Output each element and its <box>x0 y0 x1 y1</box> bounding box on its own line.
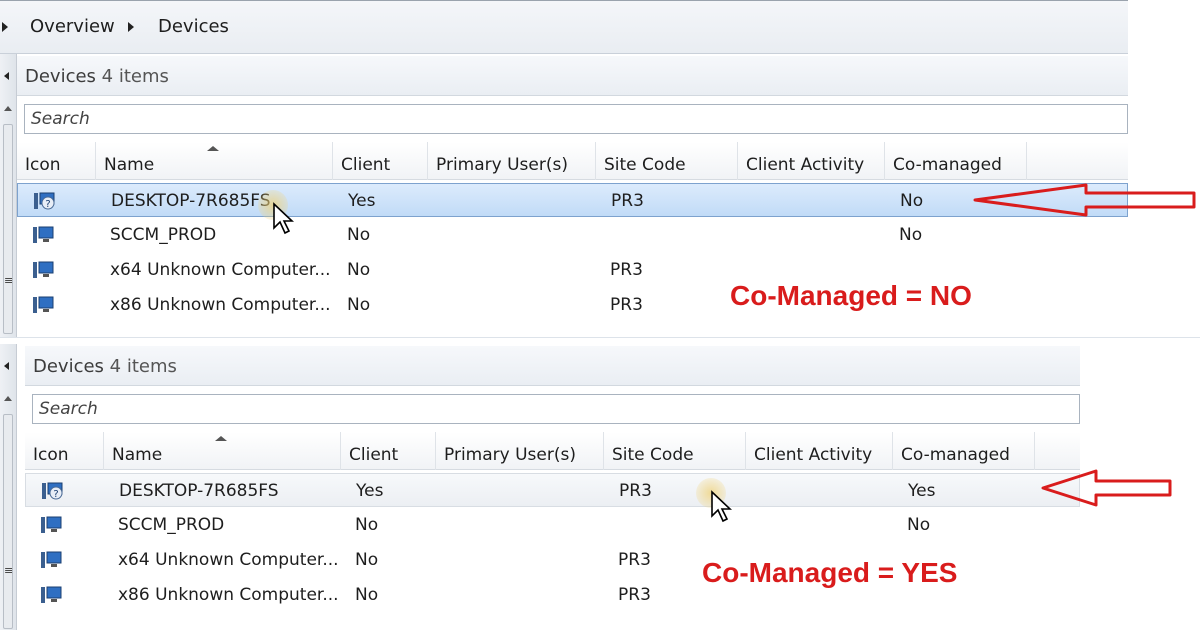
column-header-primary-users[interactable]: Primary User(s) <box>436 432 604 470</box>
computer-question-icon: ? <box>42 482 63 500</box>
column-header-client-activity[interactable]: Client Activity <box>746 432 893 470</box>
search-input[interactable]: Search <box>32 394 1080 424</box>
scroll-up-icon[interactable] <box>4 106 12 111</box>
column-header-row: Icon Name Client Primary User(s) Site Co… <box>25 432 1080 470</box>
nav-scrollbar[interactable] <box>3 124 13 334</box>
panel-divider <box>0 337 1200 344</box>
computer-question-icon: ? <box>34 192 55 210</box>
column-header-co-managed[interactable]: Co-managed <box>885 142 1027 180</box>
column-header-icon[interactable]: Icon <box>17 142 96 180</box>
grip-icon[interactable]: ≡ <box>4 565 13 576</box>
cell-client: Yes <box>348 191 376 211</box>
column-header-row: Icon Name Client Primary User(s) Site Co… <box>17 142 1128 180</box>
sort-ascending-icon <box>207 146 219 151</box>
computer-device-icon <box>33 226 54 243</box>
column-header-client-activity[interactable]: Client Activity <box>738 142 885 180</box>
collapse-chevron-icon[interactable] <box>4 362 9 370</box>
cell-name: SCCM_PROD <box>110 225 217 245</box>
table-row[interactable]: SCCM_PROD No No <box>17 218 1128 252</box>
column-header-client[interactable]: Client <box>341 432 436 470</box>
table-row[interactable]: SCCM_PROD No No <box>25 508 1080 542</box>
column-header-primary-users[interactable]: Primary User(s) <box>428 142 596 180</box>
annotation-co-managed-yes: Co-Managed = YES <box>702 557 958 588</box>
svg-text:?: ? <box>45 199 50 210</box>
computer-device-icon <box>41 586 62 603</box>
computer-device-icon <box>33 261 54 278</box>
sort-ascending-icon <box>215 436 227 441</box>
column-header-site-code[interactable]: Site Code <box>596 142 738 180</box>
table-row[interactable]: ? DESKTOP-7R685FS Yes PR3 Yes <box>25 473 1080 507</box>
cell-site-code: PR3 <box>618 585 651 605</box>
scroll-up-icon[interactable] <box>4 396 12 401</box>
cell-name: x64 Unknown Computer... <box>110 260 331 280</box>
cell-co-managed: No <box>900 191 924 211</box>
nav-scrollbar[interactable] <box>3 414 13 629</box>
cell-co-managed: No <box>899 225 923 245</box>
grip-icon[interactable]: ≡ <box>4 275 13 286</box>
cell-site-code: PR3 <box>610 295 643 315</box>
breadcrumb-arrow-icon[interactable] <box>128 22 134 32</box>
cell-client: No <box>355 550 379 570</box>
column-header-icon[interactable]: Icon <box>25 432 104 470</box>
annotation-arrow-icon <box>1041 469 1172 507</box>
cell-client: No <box>347 295 371 315</box>
column-header-co-managed[interactable]: Co-managed <box>893 432 1035 470</box>
cell-client: Yes <box>356 481 384 501</box>
panel-header: Devices 4 items <box>17 56 1128 96</box>
breadcrumb-item-devices[interactable]: Devices <box>158 16 229 37</box>
computer-device-icon <box>33 296 54 313</box>
item-count: 4 items <box>101 66 169 87</box>
cell-co-managed: Yes <box>908 481 936 501</box>
cell-site-code: PR3 <box>611 191 644 211</box>
cell-co-managed: No <box>907 515 931 535</box>
item-count: 4 items <box>109 356 177 377</box>
search-placeholder: Search <box>31 109 90 129</box>
mouse-pointer-icon <box>711 490 733 523</box>
mouse-pointer-icon <box>273 202 295 235</box>
breadcrumb-arrow-icon[interactable] <box>2 22 8 32</box>
navigation-pane-collapsed[interactable]: ≡ <box>0 54 17 337</box>
search-placeholder: Search <box>39 399 98 419</box>
collapse-chevron-icon[interactable] <box>4 72 9 80</box>
computer-device-icon <box>41 551 62 568</box>
cell-name: x86 Unknown Computer... <box>110 295 331 315</box>
cell-client: No <box>347 225 371 245</box>
devices-panel-after: ≡ Devices 4 items Search Icon Name Clien… <box>0 344 1172 630</box>
cell-name: DESKTOP-7R685FS <box>119 481 279 501</box>
cell-name: x86 Unknown Computer... <box>118 585 339 605</box>
panel-title: Devices <box>25 66 96 87</box>
cell-site-code: PR3 <box>618 550 651 570</box>
breadcrumb-item-overview[interactable]: Overview <box>30 16 115 37</box>
panel-title: Devices <box>33 356 104 377</box>
breadcrumb: Overview Devices <box>0 0 1128 54</box>
column-header-site-code[interactable]: Site Code <box>604 432 746 470</box>
column-header-client[interactable]: Client <box>333 142 428 180</box>
search-input[interactable]: Search <box>24 104 1128 134</box>
cell-name: SCCM_PROD <box>118 515 225 535</box>
annotation-arrow-icon <box>973 183 1196 217</box>
table-row[interactable]: ? DESKTOP-7R685FS Yes PR3 No <box>17 183 1128 217</box>
svg-text:?: ? <box>53 489 58 500</box>
panel-header: Devices 4 items <box>25 346 1080 386</box>
cell-site-code: PR3 <box>619 481 652 501</box>
cell-client: No <box>355 585 379 605</box>
annotation-co-managed-no: Co-Managed = NO <box>730 280 972 311</box>
cell-client: No <box>355 515 379 535</box>
cell-name: x64 Unknown Computer... <box>118 550 339 570</box>
cell-site-code: PR3 <box>610 260 643 280</box>
cell-client: No <box>347 260 371 280</box>
computer-device-icon <box>41 516 62 533</box>
devices-panel-before: ≡ Devices 4 items Search Icon Name Clien… <box>0 54 1196 337</box>
cell-name: DESKTOP-7R685FS <box>111 191 271 211</box>
navigation-pane-collapsed[interactable]: ≡ <box>0 344 17 630</box>
